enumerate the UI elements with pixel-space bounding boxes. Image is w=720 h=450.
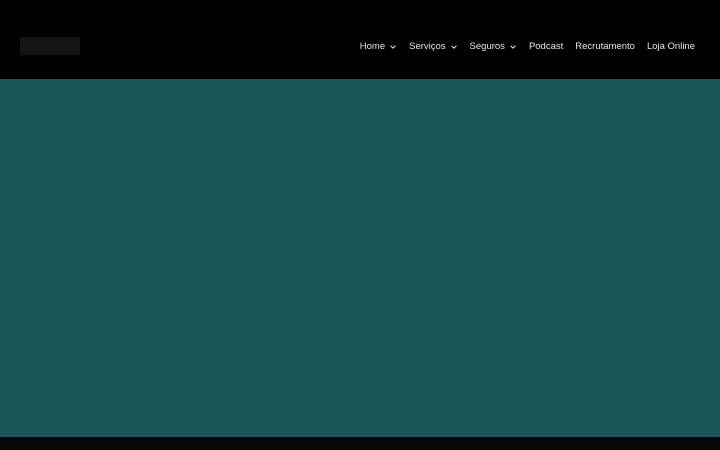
nav-item-recrutamento[interactable]: Recrutamento — [575, 39, 635, 55]
nav-item-label: Seguros — [469, 41, 505, 52]
chevron-down-icon — [509, 43, 517, 51]
nav-item-servicos[interactable]: Serviços — [409, 39, 457, 55]
site-header: Home Serviços Seguros Podcast Recrutamen… — [0, 0, 720, 79]
chevron-down-icon — [450, 43, 458, 51]
nav-item-label: Serviços — [409, 41, 446, 52]
main-nav: Home Serviços Seguros Podcast Recrutamen… — [360, 39, 695, 55]
chevron-down-icon — [389, 43, 397, 51]
nav-item-seguros[interactable]: Seguros — [470, 39, 517, 55]
nav-item-label: Podcast — [528, 41, 564, 52]
nav-item-home[interactable]: Home — [360, 39, 397, 55]
nav-item-loja-online[interactable]: Loja Online — [647, 39, 695, 55]
nav-item-podcast[interactable]: Podcast — [529, 39, 563, 55]
footer-strip — [0, 437, 720, 450]
site-logo[interactable] — [20, 37, 80, 55]
nav-item-label: Recrutamento — [575, 41, 635, 52]
nav-item-label: Loja Online — [646, 41, 695, 52]
nav-item-label: Home — [359, 41, 386, 52]
hero-section — [0, 79, 720, 437]
